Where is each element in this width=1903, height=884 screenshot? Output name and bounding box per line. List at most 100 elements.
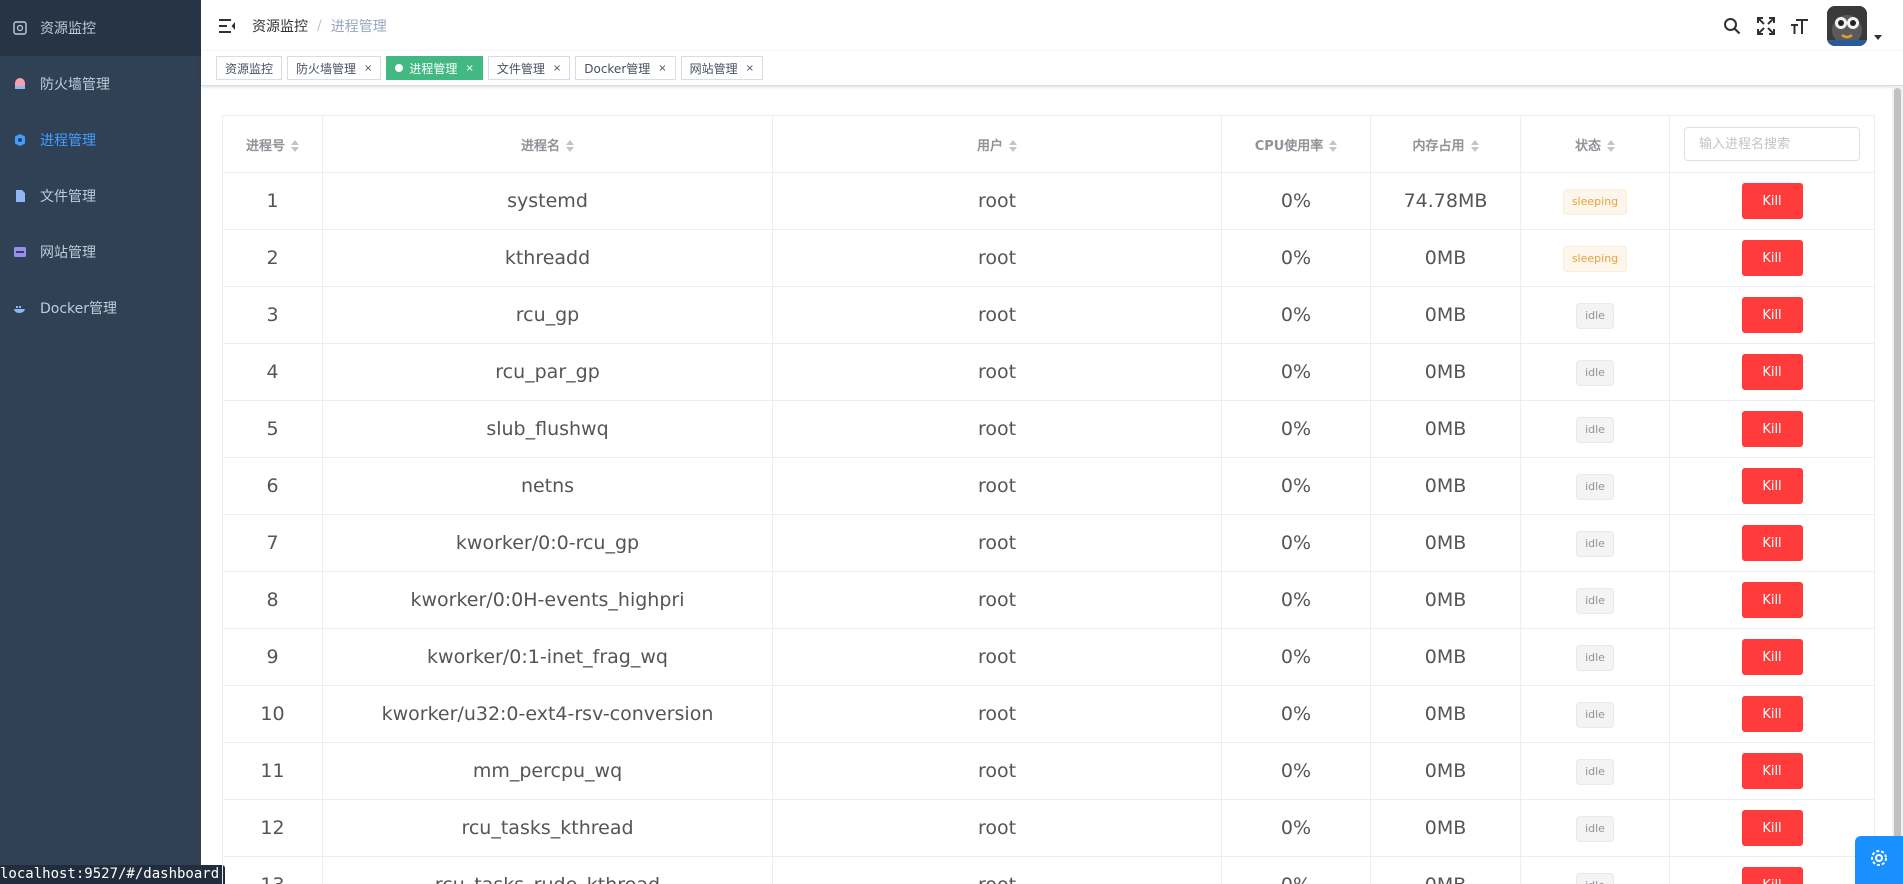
kill-button[interactable]: Kill: [1741, 354, 1803, 390]
tag-docker[interactable]: Docker管理 ×: [575, 56, 676, 80]
memory-cell: 0MB: [1370, 685, 1521, 743]
user-cell: root: [772, 457, 1222, 515]
column-header-pid[interactable]: 进程号: [222, 115, 323, 173]
kill-button[interactable]: Kill: [1741, 297, 1803, 333]
sidebar-item-resource-monitor[interactable]: 资源监控: [0, 0, 201, 56]
column-header-cpu[interactable]: CPU使用率: [1221, 115, 1371, 173]
search-icon[interactable]: [1721, 15, 1743, 37]
tags-view: 资源监控 防火墙管理 × 进程管理 × 文件管理 × Docker管理 × 网站…: [201, 51, 1903, 86]
cpu-cell: 0%: [1221, 229, 1371, 287]
process-name-cell: kthreadd: [322, 229, 773, 287]
table-row: 1 systemd root 0% 74.78MB sleeping Kill: [222, 172, 1875, 230]
cpu-cell: 0%: [1221, 400, 1371, 458]
process-name-cell: mm_percpu_wq: [322, 742, 773, 800]
memory-cell: 0MB: [1370, 514, 1521, 572]
status-badge: idle: [1576, 701, 1614, 728]
sidebar-item-firewall[interactable]: 防火墙管理: [0, 56, 201, 112]
memory-cell: 74.78MB: [1370, 172, 1521, 230]
kill-button[interactable]: Kill: [1741, 582, 1803, 618]
action-cell: Kill: [1669, 628, 1875, 686]
process-search-input[interactable]: [1684, 127, 1860, 161]
process-name-cell: kworker/u32:0-ext4-rsv-conversion: [322, 685, 773, 743]
sidebar-item-label: Docker管理: [40, 301, 118, 317]
memory-cell: 0MB: [1370, 343, 1521, 401]
kill-button[interactable]: Kill: [1741, 240, 1803, 276]
settings-button[interactable]: [1855, 836, 1903, 884]
breadcrumb-separator: /: [317, 17, 322, 34]
cpu-cell: 0%: [1221, 286, 1371, 344]
column-header-label: 用户: [976, 138, 1003, 154]
fullscreen-icon[interactable]: [1755, 15, 1777, 37]
column-header-label: CPU使用率: [1254, 138, 1324, 154]
table-row: 4 rcu_par_gp root 0% 0MB idle Kill: [222, 343, 1875, 401]
user-cell: root: [772, 799, 1222, 857]
status-cell: idle: [1520, 400, 1670, 458]
column-header-user[interactable]: 用户: [772, 115, 1222, 173]
status-cell: idle: [1520, 685, 1670, 743]
breadcrumb-current: 进程管理: [330, 18, 387, 35]
kill-button[interactable]: Kill: [1741, 867, 1803, 884]
close-icon[interactable]: ×: [658, 63, 666, 74]
kill-button[interactable]: Kill: [1741, 639, 1803, 675]
process-name-cell: kworker/0:0H-events_highpri: [322, 571, 773, 629]
font-size-icon[interactable]: [1789, 15, 1811, 37]
sort-icon[interactable]: [1470, 139, 1479, 153]
sort-icon[interactable]: [1009, 139, 1017, 153]
tag-resource-monitor[interactable]: 资源监控: [216, 56, 283, 80]
sidebar-item-docker[interactable]: Docker管理: [0, 280, 201, 336]
active-dot-icon: [395, 64, 404, 72]
kill-button[interactable]: Kill: [1741, 810, 1803, 846]
cpu-cell: 0%: [1221, 172, 1371, 230]
pid-cell: 11: [222, 742, 323, 800]
tag-website[interactable]: 网站管理 ×: [680, 56, 764, 80]
pid-cell: 8: [222, 571, 323, 629]
status-cell: idle: [1520, 457, 1670, 515]
status-badge: idle: [1576, 587, 1614, 614]
column-header-name[interactable]: 进程名: [322, 115, 773, 173]
breadcrumb-root[interactable]: 资源监控: [252, 16, 308, 36]
user-cell: root: [772, 400, 1222, 458]
table-row: 8 kworker/0:0H-events_highpri root 0% 0MB idl…: [222, 571, 1875, 629]
status-cell: idle: [1520, 799, 1670, 857]
close-icon[interactable]: ×: [553, 63, 561, 74]
action-cell: Kill: [1669, 457, 1875, 515]
table-row: 9 kworker/0:1-inet_frag_wq root 0% 0MB idle Ki…: [222, 628, 1875, 686]
column-header-memory[interactable]: 内存占用: [1370, 115, 1521, 173]
sort-icon[interactable]: [291, 139, 299, 153]
kill-button[interactable]: Kill: [1741, 525, 1803, 561]
process-name-cell: rcu_tasks_rude_kthread: [322, 856, 773, 884]
kill-button[interactable]: Kill: [1741, 183, 1803, 219]
close-icon[interactable]: ×: [746, 63, 754, 74]
tag-firewall[interactable]: 防火墙管理 ×: [287, 56, 382, 80]
docker-icon: [12, 300, 28, 316]
caret-down-icon[interactable]: [1871, 27, 1885, 41]
status-cell: sleeping: [1520, 229, 1670, 287]
status-url: localhost:9527/#/dashboard: [0, 865, 226, 884]
pid-cell: 5: [222, 400, 323, 458]
kill-button[interactable]: Kill: [1741, 468, 1803, 504]
tag-process[interactable]: 进程管理 ×: [386, 56, 483, 80]
pid-cell: 12: [222, 799, 323, 857]
sidebar-item-website[interactable]: 网站管理: [0, 224, 201, 280]
sort-icon[interactable]: [1329, 139, 1338, 153]
sort-icon[interactable]: [566, 139, 574, 153]
column-header-status[interactable]: 状态: [1520, 115, 1670, 173]
sidebar-item-process[interactable]: 进程管理: [0, 112, 201, 168]
user-cell: root: [772, 514, 1222, 572]
sort-icon[interactable]: [1607, 139, 1615, 153]
table-row: 12 rcu_tasks_kthread root 0% 0MB idle Kill: [222, 799, 1875, 857]
table-row: 2 kthreadd root 0% 0MB sleeping Kill: [222, 229, 1875, 287]
pid-cell: 3: [222, 286, 323, 344]
scrollbar-thumb[interactable]: [1894, 88, 1901, 848]
kill-button[interactable]: Kill: [1741, 696, 1803, 732]
kill-button[interactable]: Kill: [1741, 753, 1803, 789]
action-cell: Kill: [1669, 172, 1875, 230]
avatar[interactable]: [1827, 5, 1867, 46]
close-icon[interactable]: ×: [465, 63, 473, 74]
pid-cell: 1: [222, 172, 323, 230]
sidebar-item-file[interactable]: 文件管理: [0, 168, 201, 224]
hamburger-icon[interactable]: [218, 17, 236, 35]
tag-file[interactable]: 文件管理 ×: [487, 56, 571, 80]
kill-button[interactable]: Kill: [1741, 411, 1803, 447]
close-icon[interactable]: ×: [364, 63, 372, 74]
